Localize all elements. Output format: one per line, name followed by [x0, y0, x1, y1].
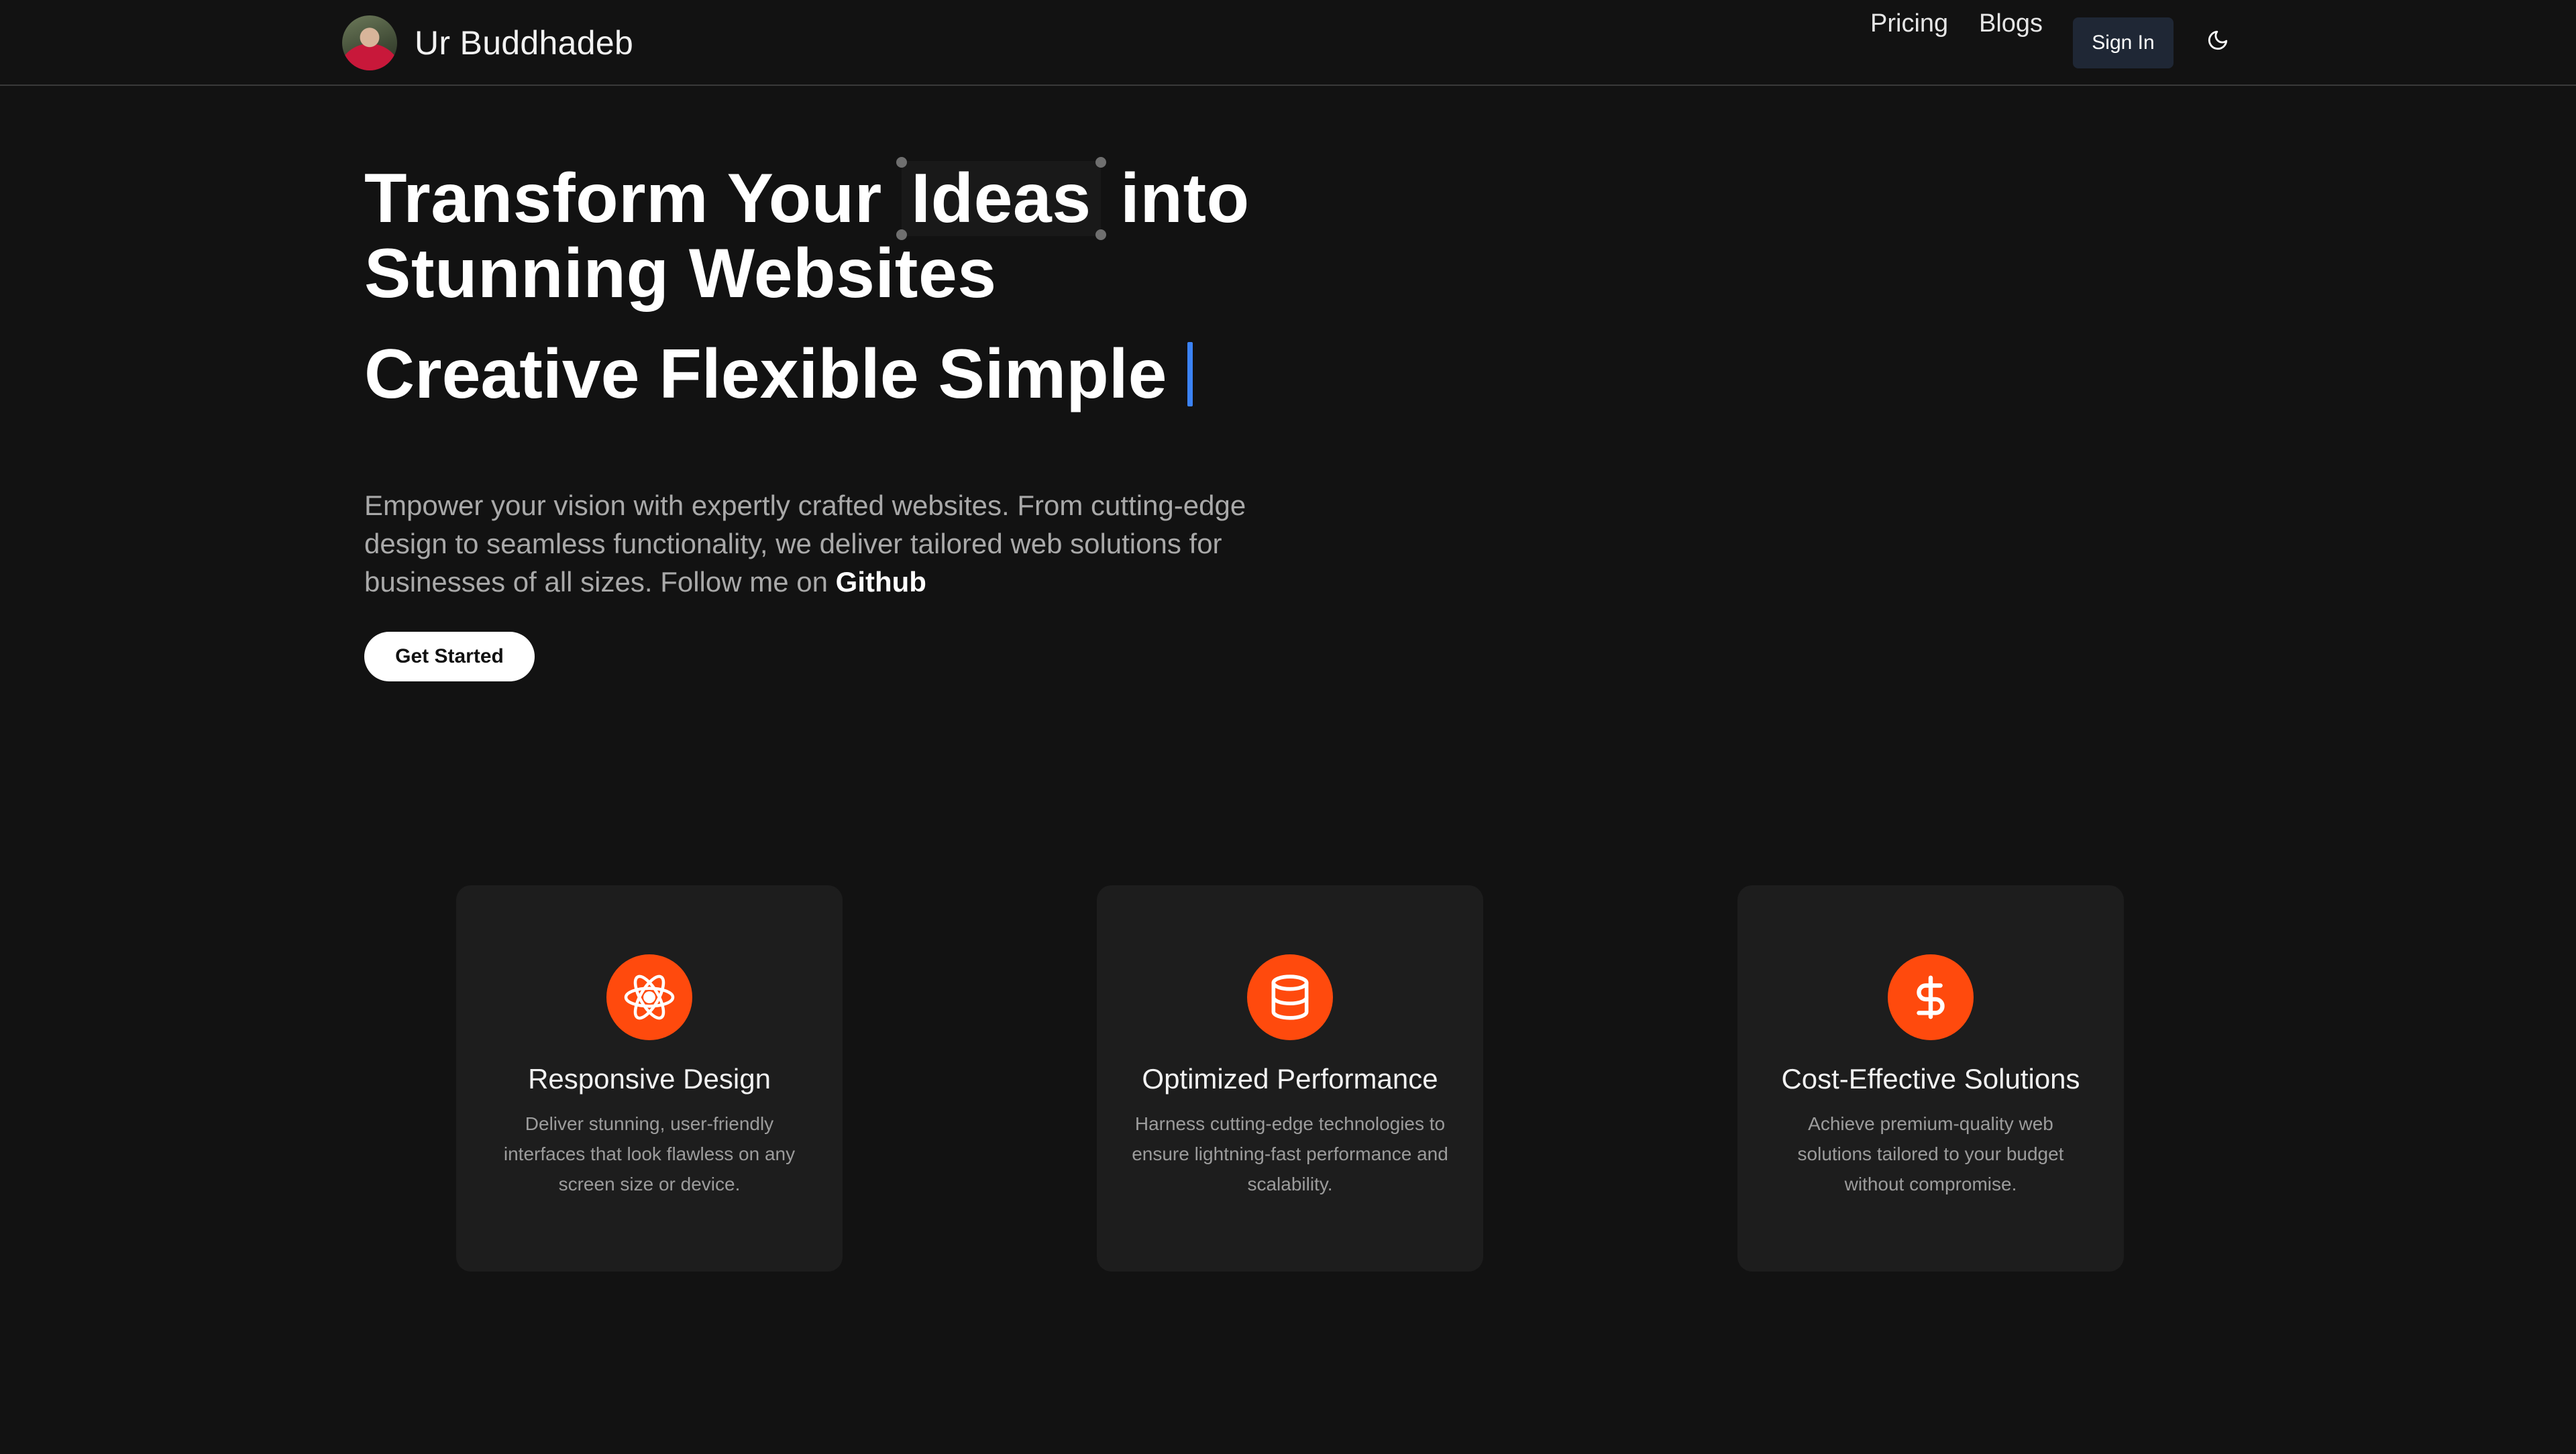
selection-handle [1095, 157, 1106, 168]
atom-icon [624, 974, 675, 1020]
hero-tagline: Creative Flexible Simple [364, 335, 1371, 413]
typing-cursor [1187, 342, 1193, 406]
headline-line2: Stunning Websites [364, 235, 997, 313]
feature-text: Harness cutting-edge technologies to ens… [1132, 1113, 1448, 1194]
theme-toggle-button[interactable] [2203, 25, 2233, 55]
feature-title: Cost-Effective Solutions [1781, 1063, 2080, 1095]
headline-highlight-word: Ideas [911, 160, 1091, 237]
hero-section: Transform Your Ideas into Stunning Websi… [364, 157, 1371, 413]
brand[interactable]: Ur Buddhadeb [342, 15, 633, 71]
feature-card-responsive: Responsive Design Deliver stunning, user… [456, 885, 843, 1272]
feature-icon-badge [1247, 954, 1333, 1040]
headline-part2: into [1120, 160, 1250, 237]
hero-description: Empower your vision with expertly crafte… [364, 486, 1303, 601]
nav-pricing-link[interactable]: Pricing [1870, 9, 1948, 38]
feature-card-cost: Cost-Effective Solutions Achieve premium… [1737, 885, 2124, 1272]
feature-card-performance: Optimized Performance Harness cutting-ed… [1097, 885, 1483, 1272]
database-icon [1271, 974, 1309, 1020]
feature-icon-badge [606, 954, 692, 1040]
selection-handle [1095, 229, 1106, 240]
sign-in-button[interactable]: Sign In [2073, 17, 2174, 68]
feature-text: Achieve premium-quality web solutions ta… [1797, 1113, 2064, 1194]
feature-text: Deliver stunning, user-friendly interfac… [503, 1113, 796, 1194]
site-header: Ur Buddhadeb Pricing Blogs Sign In [0, 0, 2576, 86]
nav-blogs-link[interactable]: Blogs [1979, 9, 2043, 38]
selection-handle [896, 157, 908, 168]
tagline-text: Creative Flexible Simple [364, 335, 1167, 413]
feature-title: Optimized Performance [1142, 1063, 1438, 1095]
dollar-icon [1917, 975, 1945, 1019]
get-started-button[interactable]: Get Started [364, 632, 535, 681]
feature-title: Responsive Design [528, 1063, 771, 1095]
headline-highlight: Ideas [896, 157, 1106, 240]
hero-headline: Transform Your Ideas into Stunning Websi… [364, 157, 1371, 313]
avatar [342, 15, 397, 70]
moon-icon [2208, 30, 2228, 50]
brand-name: Ur Buddhadeb [415, 24, 634, 62]
description-text: Empower your vision with expertly crafte… [364, 490, 1246, 598]
feature-icon-badge [1888, 954, 1974, 1040]
github-link[interactable]: Github [836, 566, 926, 598]
headline-part1: Transform Your [364, 160, 882, 237]
